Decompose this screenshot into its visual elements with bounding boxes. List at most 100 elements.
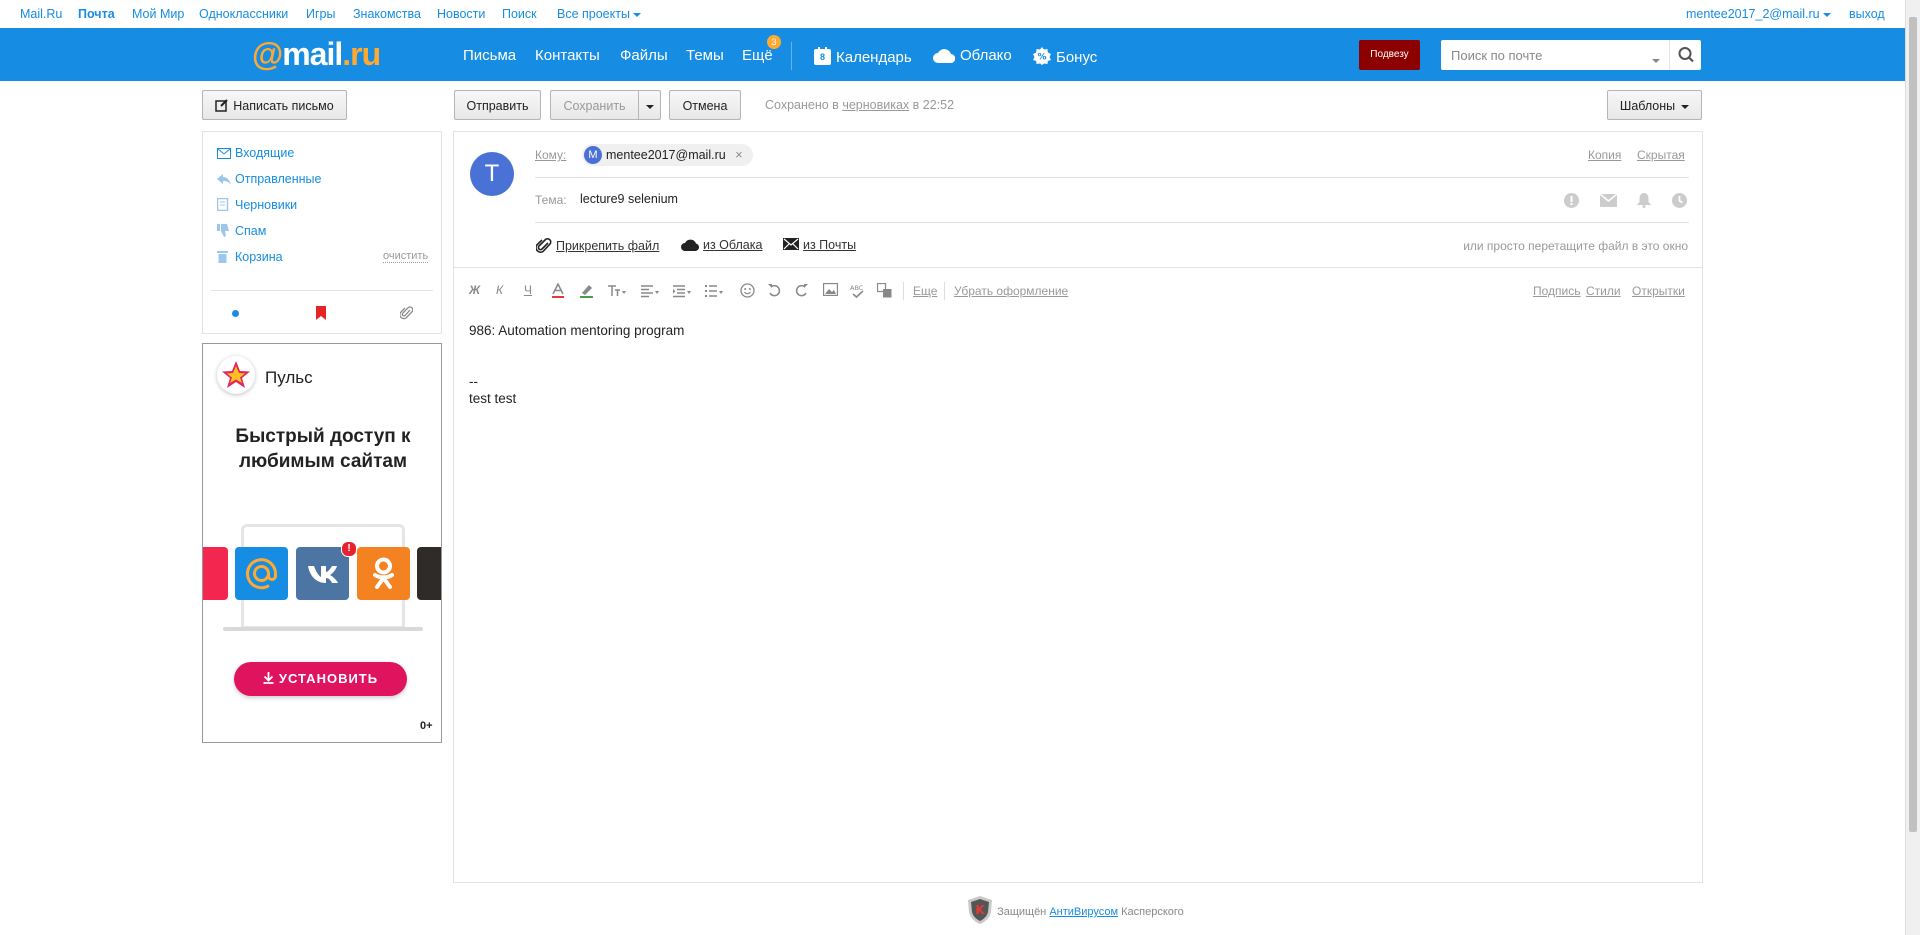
to-label[interactable]: Кому: — [535, 148, 566, 162]
install-button[interactable]: УСТАНОВИТЬ — [234, 662, 407, 696]
search-box — [1441, 40, 1701, 70]
attach-file-button[interactable]: Прикрепить файл — [535, 238, 659, 254]
nav-themes[interactable]: Темы — [686, 47, 724, 64]
translate-button[interactable] — [876, 282, 893, 299]
receipt-button[interactable] — [1599, 193, 1618, 212]
scrollbar-thumb[interactable] — [1909, 17, 1917, 832]
nav-calendar[interactable]: 8 Календарь — [814, 47, 912, 66]
postcards-button[interactable]: Открытки — [1632, 284, 1685, 298]
portal-link-ok[interactable]: Одноклассники — [199, 7, 288, 21]
folder-label: Отправленные — [235, 172, 322, 186]
compose-button[interactable]: Написать письмо — [202, 90, 347, 120]
odnoklassniki-icon — [373, 557, 394, 589]
importance-button[interactable] — [1564, 193, 1579, 213]
undo-button[interactable] — [767, 283, 783, 299]
ad-brand: Пульс — [265, 368, 313, 387]
emoji-button[interactable] — [740, 283, 756, 299]
antivirus-link[interactable]: АнтиВирусом — [1049, 906, 1118, 918]
mailru-logo[interactable]: @mail.ru — [252, 36, 381, 73]
subject-input[interactable]: lecture9 selenium — [580, 192, 1380, 206]
portal-link-myworld[interactable]: Мой Мир — [132, 7, 184, 21]
message-body-editor[interactable]: 986: Automation mentoring program -- tes… — [469, 322, 684, 407]
portal-link-search[interactable]: Поиск — [502, 7, 537, 21]
indent-icon — [673, 285, 691, 298]
align-button[interactable] — [640, 283, 659, 299]
portal-link-mailru[interactable]: Mail.Ru — [20, 7, 62, 21]
attach-from-cloud-button[interactable]: из Облака — [681, 238, 762, 252]
folder-drafts[interactable]: Черновики — [216, 197, 297, 214]
folder-inbox[interactable]: Входящие — [217, 146, 294, 162]
portal-link-games[interactable]: Игры — [306, 7, 335, 21]
clear-trash-link[interactable]: очистить — [383, 250, 429, 263]
highlight-button[interactable] — [579, 283, 595, 299]
text-color-button[interactable] — [551, 282, 567, 299]
calendar-icon: 8 — [814, 47, 831, 65]
paperclip-icon — [399, 306, 414, 320]
folder-sent[interactable]: Отправленные — [217, 172, 321, 188]
insert-image-button[interactable] — [822, 282, 839, 299]
ad-banner[interactable]: Пульс Быстрый доступ к любимым сайтам ! … — [202, 343, 442, 743]
save-options-button[interactable] — [638, 90, 661, 120]
sidebar-divider — [211, 290, 433, 291]
portal-link-news[interactable]: Новости — [437, 7, 485, 21]
send-button[interactable]: Отправить — [454, 90, 541, 120]
recipient-avatar: M — [584, 146, 602, 164]
portal-link-dating[interactable]: Знакомства — [353, 7, 421, 21]
cancel-button[interactable]: Отмена — [669, 90, 741, 120]
download-icon — [263, 672, 274, 684]
clock-icon — [1672, 193, 1687, 208]
templates-button[interactable]: Шаблоны — [1607, 90, 1702, 120]
clear-formatting-button[interactable]: Убрать оформление — [954, 284, 1068, 298]
indent-button[interactable] — [672, 283, 691, 299]
save-button[interactable]: Сохранить — [550, 90, 639, 120]
font-size-button[interactable] — [607, 283, 626, 299]
nav-contacts[interactable]: Контакты — [535, 47, 600, 64]
nav-more[interactable]: Ещё — [742, 47, 773, 64]
search-input[interactable] — [1441, 40, 1651, 70]
more-format-button[interactable]: Еще — [913, 284, 937, 298]
filter-attachments-button[interactable] — [399, 306, 414, 325]
attach-from-mail-button[interactable]: из Почты — [783, 238, 856, 252]
kaspersky-shield-icon: K — [968, 896, 992, 924]
search-button[interactable] — [1669, 40, 1702, 70]
promo-button[interactable]: Подвезу — [1359, 40, 1420, 70]
page-scrollbar[interactable] — [1905, 0, 1920, 935]
filter-unread-button[interactable] — [232, 310, 239, 317]
folder-spam[interactable]: Спам — [217, 224, 266, 240]
unread-dot-icon — [232, 310, 239, 317]
divider — [454, 267, 1702, 268]
nav-files[interactable]: Файлы — [620, 47, 668, 64]
undo-icon — [768, 284, 781, 297]
drafts-link[interactable]: черновиках — [842, 98, 909, 112]
all-projects-menu[interactable]: Все проекты — [557, 7, 641, 21]
logout-link[interactable]: выход — [1849, 7, 1885, 21]
list-button[interactable] — [704, 283, 723, 299]
save-status: Сохранено в черновиках в 22:52 — [765, 98, 954, 112]
user-menu[interactable]: mentee2017_2@mail.ru — [1686, 7, 1831, 21]
remove-recipient-icon[interactable]: × — [735, 148, 742, 162]
search-options-icon[interactable] — [1652, 52, 1660, 70]
toolbar-divider — [944, 282, 945, 300]
portal-link-mail[interactable]: Почта — [78, 7, 115, 21]
folder-trash[interactable]: Корзина — [217, 250, 283, 266]
underline-button[interactable]: Ч — [524, 283, 540, 299]
redo-button[interactable] — [795, 283, 811, 299]
styles-button[interactable]: Стили — [1586, 284, 1621, 298]
schedule-button[interactable] — [1672, 193, 1687, 213]
nav-letters[interactable]: Письма — [463, 47, 516, 64]
age-rating: 0+ — [420, 720, 433, 732]
nav-bonus[interactable]: % Бонус — [1033, 47, 1097, 69]
mailru-tile — [235, 547, 288, 600]
recipient-chip[interactable]: M mentee2017@mail.ru × — [582, 144, 753, 166]
nav-cloud[interactable]: Облако — [933, 47, 1012, 67]
italic-button[interactable]: К — [496, 283, 512, 299]
reminder-button[interactable] — [1637, 193, 1651, 213]
from-cloud-label: из Облака — [703, 238, 763, 252]
spellcheck-button[interactable]: ABC — [850, 283, 866, 299]
cc-link[interactable]: Копия — [1588, 148, 1621, 162]
bcc-link[interactable]: Скрытая — [1637, 148, 1685, 162]
filter-flagged-button[interactable] — [316, 306, 326, 325]
bold-icon: Ж — [469, 283, 481, 297]
bold-button[interactable]: Ж — [469, 283, 485, 299]
signature-button[interactable]: Подпись — [1533, 284, 1581, 298]
